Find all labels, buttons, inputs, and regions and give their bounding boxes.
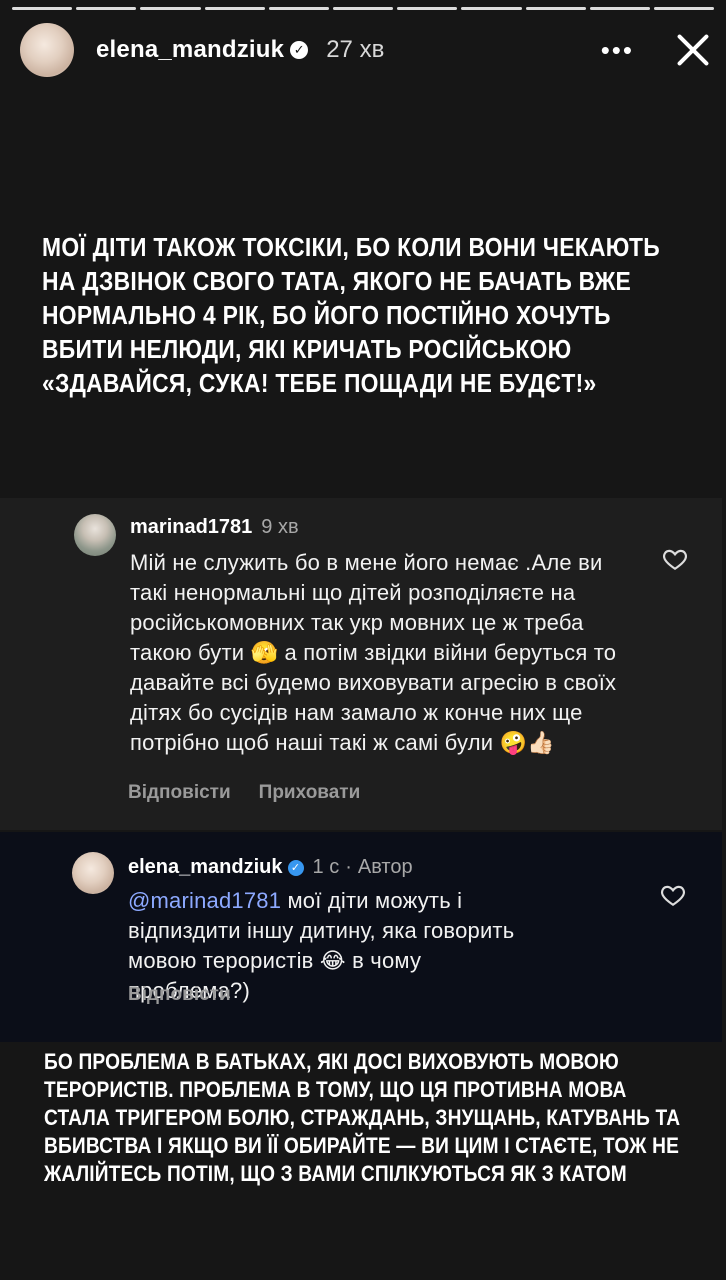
progress-segment	[525, 7, 586, 10]
verified-badge-icon: ✓	[287, 859, 304, 876]
heart-icon[interactable]	[662, 546, 688, 572]
close-icon[interactable]	[676, 33, 710, 67]
comment-text: Мій не служить бо в мене його немає .Але…	[130, 550, 617, 755]
comment-time: 1 с	[312, 856, 340, 878]
comment-card-2: elena_mandziuk ✓ 1 с · Автор @marinad178…	[0, 832, 722, 1042]
mention-link[interactable]: @marinad1781	[128, 888, 281, 913]
avatar[interactable]	[74, 514, 116, 556]
progress-segment	[268, 7, 329, 10]
story-caption: МОЇ ДІТИ ТАКОЖ ТОКСІКИ, БО КОЛИ ВОНИ ЧЕК…	[42, 232, 660, 398]
comment-card-1: marinad1781 9 хв Мій не служить бо в мен…	[0, 498, 722, 830]
hide-button[interactable]: Приховати	[259, 782, 361, 804]
story-progress-bar	[12, 7, 715, 10]
progress-segment	[589, 7, 650, 10]
story-time: 27 хв	[326, 36, 385, 63]
verified-badge-icon: ✓	[290, 41, 309, 59]
progress-segment	[12, 7, 73, 10]
progress-segment	[653, 7, 715, 10]
author-label: Автор	[357, 856, 413, 878]
progress-segment	[76, 7, 137, 10]
comment-header: elena_mandziuk ✓ 1 с · Автор	[128, 856, 413, 879]
separator-dot: ·	[345, 856, 352, 878]
progress-segment	[332, 7, 394, 10]
comment-header: marinad1781 9 хв	[130, 516, 299, 539]
more-options-icon[interactable]: •••	[601, 37, 634, 63]
progress-segment	[397, 7, 458, 10]
avatar[interactable]	[20, 23, 74, 77]
heart-icon[interactable]	[660, 882, 686, 908]
comment-actions: Відповісти	[128, 984, 231, 1006]
comment-username[interactable]: elena_mandziuk	[128, 856, 283, 879]
reply-button[interactable]: Відповісти	[128, 984, 231, 1006]
reply-button[interactable]: Відповісти	[128, 782, 231, 804]
comment-time: 9 хв	[261, 516, 299, 538]
story-username[interactable]: elena_mandziuk	[96, 36, 284, 64]
story-header: elena_mandziuk ✓ 27 хв •••	[20, 22, 710, 78]
progress-segment	[461, 7, 522, 10]
comment-actions: Відповісти Приховати	[128, 782, 360, 804]
story-bottom-caption: БО ПРОБЛЕМА В БАТЬКАХ, ЯКІ ДОСІ ВИХОВУЮТ…	[44, 1049, 681, 1186]
progress-segment	[140, 7, 201, 10]
avatar[interactable]	[72, 852, 114, 894]
progress-segment	[204, 7, 265, 10]
comment-username[interactable]: marinad1781	[130, 516, 252, 539]
